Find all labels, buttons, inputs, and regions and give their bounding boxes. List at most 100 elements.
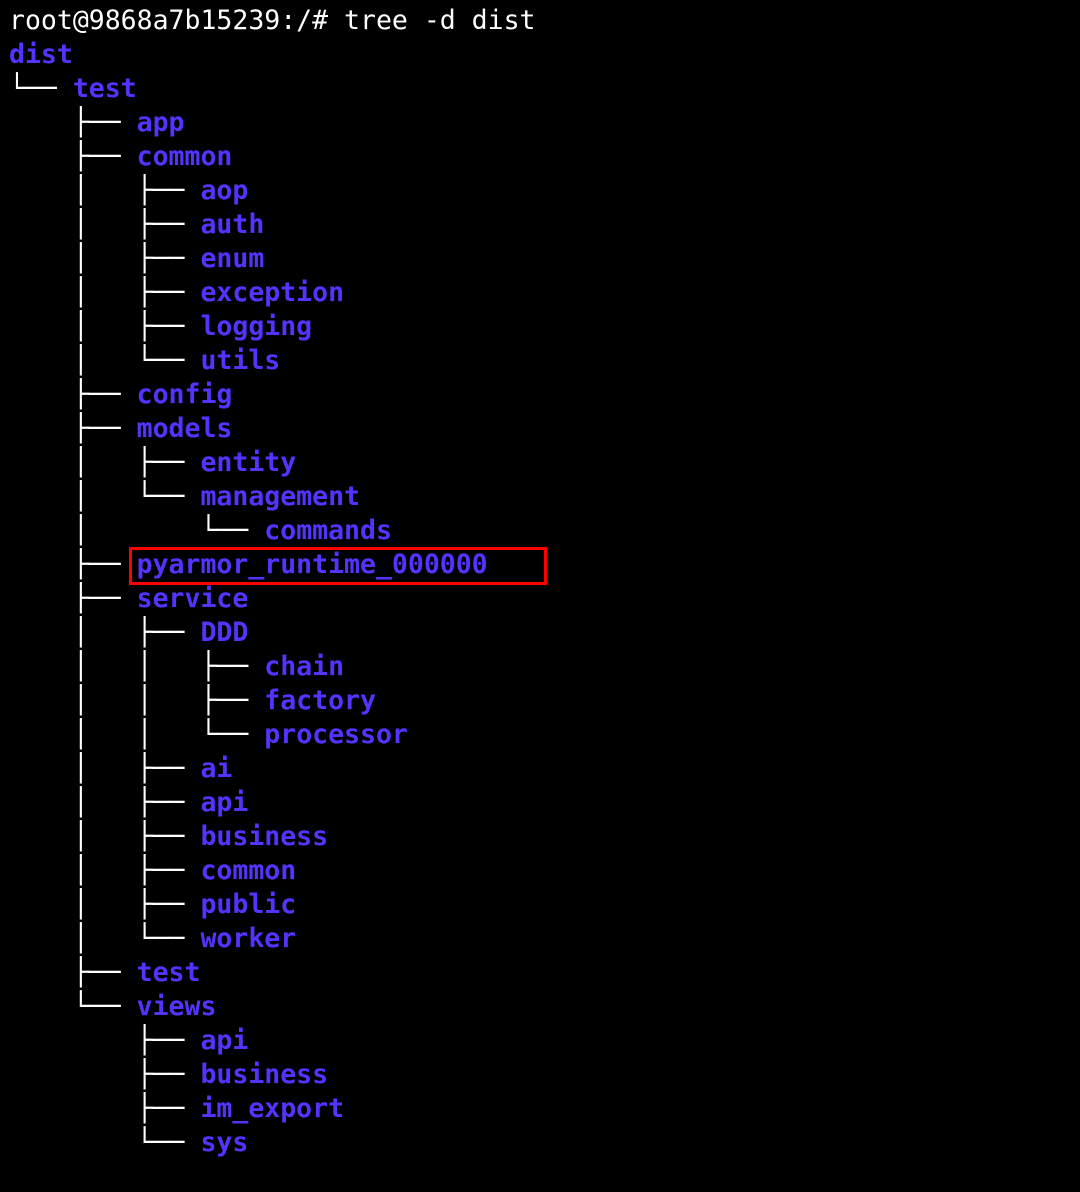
tree-branch: └──: [9, 73, 73, 104]
directory-name: config: [136, 379, 233, 410]
directory-name: commands: [264, 515, 392, 546]
tree-branch: ├──: [9, 583, 137, 614]
directory-name: factory: [264, 685, 376, 716]
tree-line: ├── app: [0, 106, 1080, 140]
tree-line: ├── config: [0, 378, 1080, 412]
directory-name: public: [200, 889, 297, 920]
tree-branch: │ ├──: [9, 209, 201, 240]
terminal-window[interactable]: root@9868a7b15239:/# tree -d dist dist └─…: [0, 0, 1080, 1192]
directory-name: service: [136, 583, 249, 614]
tree-branch: │ ├──: [9, 175, 201, 206]
tree-line: │ │ ├── factory: [0, 684, 1080, 718]
shell-prompt: root@9868a7b15239:/#: [9, 5, 345, 36]
directory-name: entity: [200, 447, 297, 478]
tree-line: ├── test: [0, 956, 1080, 990]
tree-line: │ ├── exception: [0, 276, 1080, 310]
tree-line: └── test: [0, 72, 1080, 106]
directory-name: models: [136, 413, 233, 444]
directory-name: auth: [200, 209, 265, 240]
tree-line: │ │ ├── chain: [0, 650, 1080, 684]
directory-name: business: [200, 1059, 329, 1090]
directory-name: ai: [200, 753, 233, 784]
directory-name: enum: [200, 243, 265, 274]
tree-line: │ ├── aop: [0, 174, 1080, 208]
tree-branch: │ │ ├──: [9, 685, 265, 716]
tree-branch: ├──: [9, 141, 137, 172]
tree-branch: ├──: [9, 1093, 201, 1124]
tree-line: │ └── commands: [0, 514, 1080, 548]
tree-branch: ├──: [9, 107, 137, 138]
directory-name: DDD: [200, 617, 249, 648]
tree-line: ├── models: [0, 412, 1080, 446]
tree-line: ├── im_export: [0, 1092, 1080, 1126]
tree-branch: └──: [9, 991, 137, 1022]
tree-branch: │ └──: [9, 481, 201, 512]
tree-branch: │ ├──: [9, 311, 201, 342]
directory-name: im_export: [200, 1093, 345, 1124]
directory-name: processor: [264, 719, 408, 750]
tree-branch: ├──: [9, 549, 137, 580]
tree-line: │ ├── auth: [0, 208, 1080, 242]
tree-branch: ├──: [9, 1059, 201, 1090]
directory-name: test: [136, 957, 201, 988]
tree-line: │ ├── public: [0, 888, 1080, 922]
directory-name: aop: [200, 175, 249, 206]
tree-line: ├── api: [0, 1024, 1080, 1058]
directory-name: exception: [200, 277, 345, 308]
tree-line-highlighted: ├── pyarmor_runtime_000000: [0, 548, 1080, 582]
tree-branch: │ ├──: [9, 821, 201, 852]
tree-line: │ ├── common: [0, 854, 1080, 888]
directory-name: api: [200, 787, 249, 818]
tree-line: ├── service: [0, 582, 1080, 616]
tree-line: └── sys: [0, 1126, 1080, 1160]
command-text: tree -d dist: [344, 5, 536, 36]
tree-line: └── views: [0, 990, 1080, 1024]
tree-line: │ ├── entity: [0, 446, 1080, 480]
tree-line: │ └── utils: [0, 344, 1080, 378]
directory-name: utils: [200, 345, 281, 376]
directory-name: management: [200, 481, 360, 512]
tree-branch: │ ├──: [9, 753, 201, 784]
tree-branch: │ │ └──: [9, 719, 265, 750]
tree-branch: └──: [9, 1127, 201, 1158]
directory-name: common: [200, 855, 297, 886]
tree-branch: │ ├──: [9, 243, 201, 274]
directory-name: views: [136, 991, 217, 1022]
tree-output: dist └── test ├── app ├── common │ ├── ao…: [0, 38, 1080, 1160]
tree-branch: │ │ ├──: [9, 651, 265, 682]
directory-name: pyarmor_runtime_000000: [136, 549, 488, 580]
directory-name: worker: [200, 923, 297, 954]
tree-branch: ├──: [9, 379, 137, 410]
tree-branch: │ ├──: [9, 277, 201, 308]
tree-line: │ ├── ai: [0, 752, 1080, 786]
tree-line: │ ├── business: [0, 820, 1080, 854]
directory-name: api: [200, 1025, 249, 1056]
tree-branch: │ └──: [9, 345, 201, 376]
tree-branch: ├──: [9, 957, 137, 988]
directory-name: dist: [9, 39, 73, 70]
tree-line: dist: [0, 38, 1080, 72]
tree-branch: │ ├──: [9, 787, 201, 818]
tree-branch: │ └──: [9, 515, 265, 546]
directory-name: sys: [200, 1127, 249, 1158]
tree-line: │ │ └── processor: [0, 718, 1080, 752]
directory-name: common: [136, 141, 233, 172]
tree-branch: │ ├──: [9, 447, 201, 478]
prompt-line: root@9868a7b15239:/# tree -d dist: [0, 4, 1080, 38]
directory-name: logging: [200, 311, 313, 342]
tree-branch: │ └──: [9, 923, 201, 954]
tree-line: │ ├── DDD: [0, 616, 1080, 650]
tree-line: │ └── management: [0, 480, 1080, 514]
tree-line: │ ├── logging: [0, 310, 1080, 344]
directory-name: business: [200, 821, 329, 852]
tree-branch: │ ├──: [9, 617, 201, 648]
directory-name: chain: [264, 651, 345, 682]
tree-branch: │ ├──: [9, 855, 201, 886]
tree-line: │ ├── api: [0, 786, 1080, 820]
tree-branch: ├──: [9, 1025, 201, 1056]
tree-line: │ └── worker: [0, 922, 1080, 956]
tree-line: ├── common: [0, 140, 1080, 174]
tree-branch: │ ├──: [9, 889, 201, 920]
tree-line: ├── business: [0, 1058, 1080, 1092]
directory-name: app: [136, 107, 185, 138]
